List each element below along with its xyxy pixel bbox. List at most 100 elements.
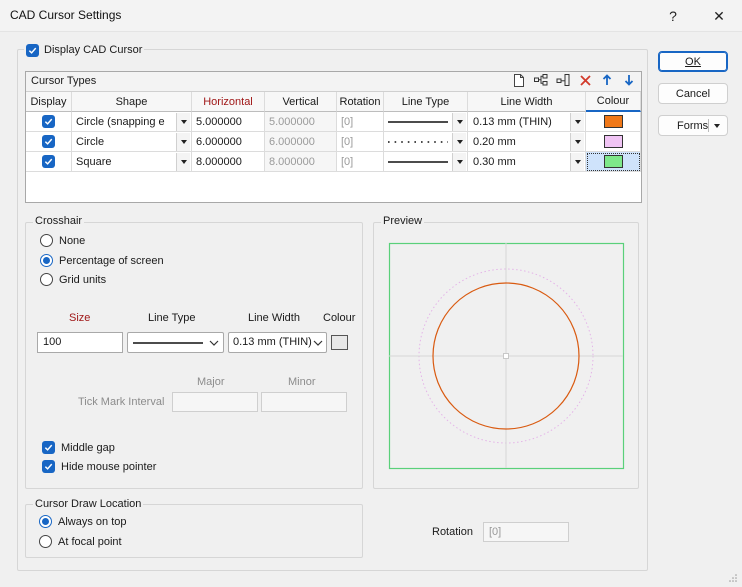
crosshair-option-percentage[interactable]: Percentage of screen bbox=[40, 254, 164, 267]
crosshair-option-grid[interactable]: Grid units bbox=[40, 273, 106, 286]
row-2-horizontal[interactable]: 6.000000 bbox=[192, 132, 265, 152]
major-input[interactable] bbox=[172, 392, 258, 412]
rotation-input[interactable]: [0] bbox=[483, 522, 569, 542]
row-1-colour[interactable] bbox=[586, 112, 641, 132]
column-header-line-type[interactable]: Line Type bbox=[384, 92, 468, 112]
row-3-colour[interactable] bbox=[586, 152, 641, 172]
draw-location-legend: Cursor Draw Location bbox=[33, 498, 144, 510]
row-3-line-width-dropdown[interactable] bbox=[570, 153, 584, 171]
row-2-rotation[interactable]: [0] bbox=[337, 132, 384, 152]
ok-button-label: OK bbox=[685, 55, 701, 68]
row-1-display[interactable] bbox=[26, 112, 72, 132]
row-2-colour-swatch[interactable] bbox=[603, 135, 623, 148]
always-on-top-label: Always on top bbox=[58, 515, 127, 528]
row-3-rotation[interactable]: [0] bbox=[337, 152, 384, 172]
close-icon: ✕ bbox=[713, 7, 725, 24]
size-input[interactable]: 100 bbox=[37, 332, 123, 353]
minor-label: Minor bbox=[288, 376, 316, 388]
cursor-types-toolbar bbox=[26, 72, 641, 92]
delete-row-icon[interactable] bbox=[578, 73, 592, 87]
hide-mouse-option[interactable]: Hide mouse pointer bbox=[42, 460, 156, 473]
row-1-shape-value: Circle (snapping e bbox=[76, 115, 165, 128]
column-header-vertical[interactable]: Vertical bbox=[265, 92, 337, 112]
row-2-line-type-dropdown[interactable] bbox=[452, 133, 466, 151]
row-2-line-width[interactable]: 0.20 mm bbox=[468, 132, 586, 152]
chevron-down-icon[interactable] bbox=[714, 124, 720, 128]
row-3-line-type-dropdown[interactable] bbox=[452, 153, 466, 171]
move-up-icon[interactable] bbox=[600, 73, 614, 87]
crosshair-grid-label: Grid units bbox=[59, 273, 107, 286]
row-1-line-width-dropdown[interactable] bbox=[570, 113, 584, 131]
row-1-rotation[interactable]: [0] bbox=[337, 112, 384, 132]
row-1-line-type[interactable] bbox=[384, 112, 468, 132]
column-header-rotation[interactable]: Rotation bbox=[337, 92, 384, 112]
crosshair-line-type-label: Line Type bbox=[148, 312, 196, 324]
crosshair-option-none[interactable]: None bbox=[40, 234, 85, 247]
row-1-shape-dropdown[interactable] bbox=[176, 113, 190, 131]
crosshair-grid-radio[interactable] bbox=[40, 273, 53, 286]
help-button[interactable]: ? bbox=[650, 0, 696, 32]
row-2-line-width-dropdown[interactable] bbox=[570, 133, 584, 151]
crosshair-line-width-label: Line Width bbox=[248, 312, 300, 324]
append-row-icon[interactable] bbox=[556, 73, 570, 87]
always-on-top-radio[interactable] bbox=[39, 515, 52, 528]
row-2-shape-dropdown[interactable] bbox=[176, 133, 190, 151]
row-2-shape-value: Circle bbox=[76, 135, 105, 148]
resize-grip-icon[interactable] bbox=[728, 573, 738, 583]
display-cad-cursor-checkbox[interactable] bbox=[26, 43, 39, 57]
row-1-line-width-value: 0.13 mm (THIN) bbox=[473, 115, 552, 128]
column-header-shape[interactable]: Shape bbox=[72, 92, 192, 112]
insert-row-icon[interactable] bbox=[534, 73, 548, 87]
column-header-display[interactable]: Display bbox=[26, 92, 72, 112]
crosshair-line-type-select[interactable] bbox=[127, 332, 224, 353]
row-1-line-width[interactable]: 0.13 mm (THIN) bbox=[468, 112, 586, 132]
row-1-horizontal[interactable]: 5.000000 bbox=[192, 112, 265, 132]
focal-point-radio[interactable] bbox=[39, 535, 52, 548]
crosshair-line-width-select[interactable]: 0.13 mm (THIN) bbox=[228, 332, 327, 353]
row-3-line-width[interactable]: 0.30 mm bbox=[468, 152, 586, 172]
row-3-line-width-value: 0.30 mm bbox=[473, 155, 516, 168]
hide-mouse-checkbox[interactable] bbox=[42, 460, 55, 473]
move-down-icon[interactable] bbox=[622, 73, 636, 87]
major-label: Major bbox=[197, 376, 225, 388]
row-1-shape[interactable]: Circle (snapping e bbox=[72, 112, 192, 132]
row-1-line-type-dropdown[interactable] bbox=[452, 113, 466, 131]
draw-location-focal-point[interactable]: At focal point bbox=[39, 535, 122, 548]
row-3-shape-value: Square bbox=[76, 155, 112, 168]
row-2-shape[interactable]: Circle bbox=[72, 132, 192, 152]
row-1-vertical: 5.000000 bbox=[265, 112, 337, 132]
close-button[interactable]: ✕ bbox=[696, 0, 742, 32]
row-3-display[interactable] bbox=[26, 152, 72, 172]
crosshair-none-label: None bbox=[59, 234, 86, 247]
middle-gap-checkbox[interactable] bbox=[42, 441, 55, 454]
row-3-shape-dropdown[interactable] bbox=[176, 153, 190, 171]
column-header-line-width[interactable]: Line Width bbox=[468, 92, 586, 112]
crosshair-percentage-radio[interactable] bbox=[40, 254, 53, 267]
row-1-colour-swatch[interactable] bbox=[603, 115, 623, 128]
row-2-colour[interactable] bbox=[586, 132, 641, 152]
column-header-horizontal[interactable]: Horizontal bbox=[192, 92, 265, 112]
row-3-colour-swatch[interactable] bbox=[603, 155, 623, 168]
preview-center-marker bbox=[503, 353, 509, 359]
crosshair-colour-swatch[interactable] bbox=[331, 335, 348, 350]
new-row-icon[interactable] bbox=[512, 73, 526, 87]
row-3-horizontal[interactable]: 8.000000 bbox=[192, 152, 265, 172]
minor-input[interactable] bbox=[261, 392, 347, 412]
row-3-display-checkbox[interactable] bbox=[42, 155, 55, 168]
row-3-line-type[interactable] bbox=[384, 152, 468, 172]
crosshair-legend: Crosshair bbox=[33, 215, 85, 227]
focal-point-label: At focal point bbox=[58, 535, 122, 548]
column-header-colour[interactable]: Colour bbox=[586, 92, 641, 112]
row-2-display-checkbox[interactable] bbox=[42, 135, 55, 148]
draw-location-always-on-top[interactable]: Always on top bbox=[39, 515, 126, 528]
middle-gap-label: Middle gap bbox=[61, 441, 115, 454]
ok-button[interactable]: OK bbox=[658, 51, 728, 72]
crosshair-none-radio[interactable] bbox=[40, 234, 53, 247]
row-1-display-checkbox[interactable] bbox=[42, 115, 55, 128]
row-2-display[interactable] bbox=[26, 132, 72, 152]
row-2-line-type[interactable] bbox=[384, 132, 468, 152]
row-3-shape[interactable]: Square bbox=[72, 152, 192, 172]
forms-button[interactable]: Forms bbox=[658, 115, 728, 136]
cancel-button[interactable]: Cancel bbox=[658, 83, 728, 104]
middle-gap-option[interactable]: Middle gap bbox=[42, 441, 115, 454]
